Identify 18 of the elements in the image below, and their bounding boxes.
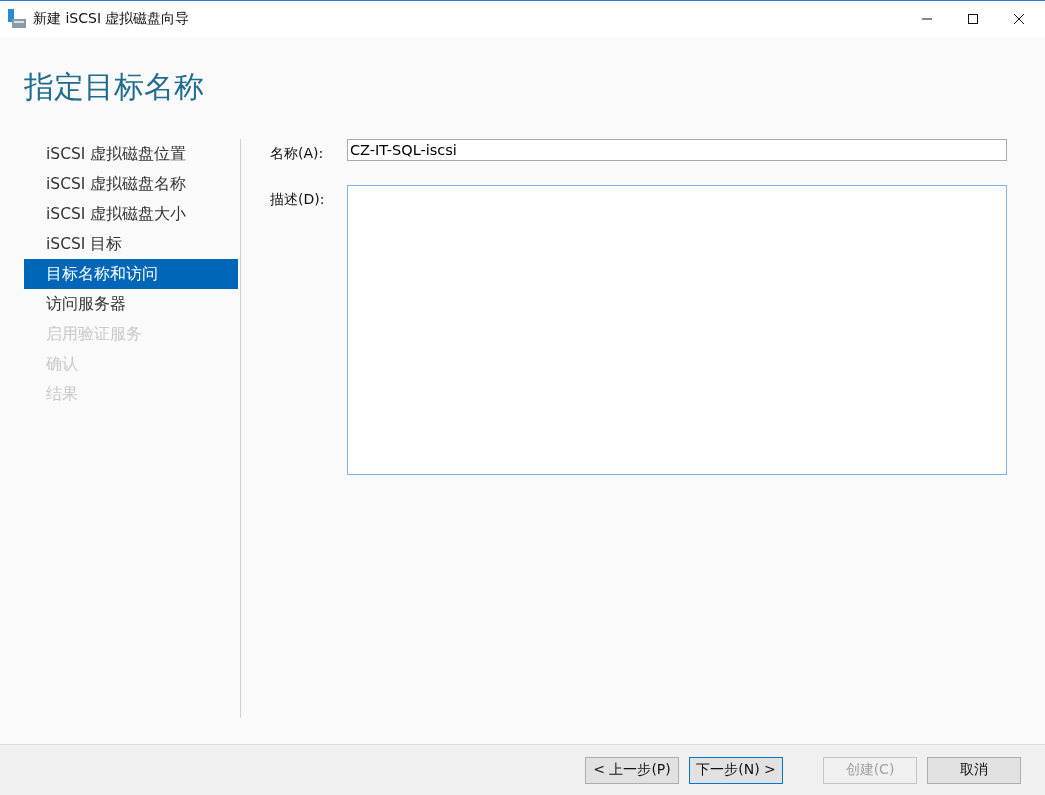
maximize-icon[interactable] [967, 13, 979, 25]
wizard-step[interactable]: iSCSI 目标 [24, 229, 238, 259]
wizard-step[interactable]: 目标名称和访问 [24, 259, 238, 289]
wizard-button[interactable]: 下一步(N) > [689, 756, 783, 784]
wizard-button[interactable]: 取消 [927, 756, 1021, 784]
description-label: 描述(D): [270, 190, 326, 209]
server-icon [8, 9, 26, 29]
page-heading: 指定目标名称 [24, 68, 205, 106]
wizard-button[interactable]: < 上一步(P) [585, 756, 679, 784]
wizard-step[interactable]: iSCSI 虚拟磁盘名称 [24, 169, 238, 199]
wizard-step[interactable]: 访问服务器 [24, 289, 238, 319]
description-field[interactable] [347, 185, 1007, 475]
name-label: 名称(A): [270, 144, 325, 163]
name-field[interactable]: CZ-IT-SQL-iscsi [347, 139, 1007, 161]
close-icon[interactable] [1013, 13, 1025, 25]
window-title: 新建 iSCSI 虚拟磁盘向导 [33, 10, 190, 28]
wizard-step[interactable]: iSCSI 虚拟磁盘位置 [24, 139, 238, 169]
wizard-step[interactable]: iSCSI 虚拟磁盘大小 [24, 199, 238, 229]
